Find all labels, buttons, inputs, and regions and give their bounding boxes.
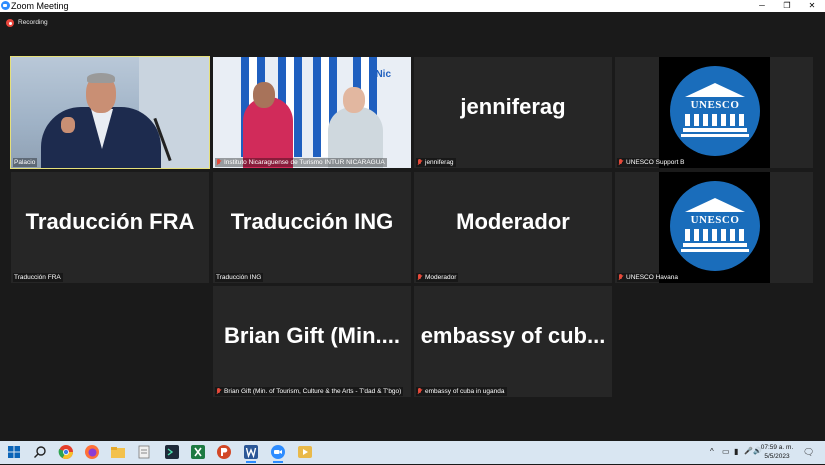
video-tile-palacio[interactable]: Palacio — [10, 56, 210, 169]
participant-name-label: Traducción ING — [215, 273, 264, 282]
windows-start-icon[interactable] — [6, 444, 22, 460]
participant-display-name: Brian Gift (Min.... — [224, 322, 400, 348]
participant-name-label: Traducción FRA — [13, 273, 63, 282]
participant-name-label: Instituto Nicaraguense de Turismo INTUR … — [215, 158, 387, 167]
clock-time: 07:59 a. m. — [760, 444, 794, 451]
participant-name-label: embassy of cuba in uganda — [416, 387, 507, 396]
clock-date: 5/5/2023 — [764, 453, 790, 460]
muted-mic-icon — [216, 388, 221, 395]
word-icon[interactable] — [243, 444, 259, 463]
maximize-button[interactable]: ❐ — [775, 0, 799, 12]
video-tile-intur[interactable]: Nic Instituto Nicaraguense de Turismo IN… — [213, 57, 411, 168]
video-tile-unesco-support-b[interactable]: UNESCO UNESCO Support B — [615, 57, 813, 168]
chrome-icon[interactable] — [58, 444, 74, 460]
file-explorer-icon[interactable] — [110, 444, 126, 460]
video-tile-brian-gift[interactable]: Brian Gift (Min.... Brian Gift (Min. of … — [213, 286, 411, 397]
window-title-bar: Zoom Meeting ─ ❐ ✕ — [0, 0, 825, 12]
video-tile-traduccion-ing[interactable]: Traducción ING Traducción ING — [213, 172, 411, 283]
zoom-logo-icon — [1, 1, 10, 10]
participant-display-name: Traducción ING — [230, 208, 394, 234]
media-player-icon[interactable] — [297, 444, 313, 460]
close-button[interactable]: ✕ — [800, 0, 824, 12]
video-tile-unesco-havana[interactable]: UNESCO UNESCO Havana — [615, 172, 813, 283]
show-hidden-icons-button[interactable]: ^ — [710, 447, 714, 456]
muted-mic-icon — [417, 274, 422, 281]
participant-display-name: embassy of cub... — [420, 322, 606, 348]
muted-mic-icon — [216, 159, 221, 166]
muted-mic-icon — [618, 159, 623, 166]
participant-display-name: Moderador — [456, 208, 570, 234]
terminal-icon[interactable] — [164, 444, 180, 460]
muted-mic-icon — [417, 159, 422, 166]
search-icon[interactable] — [32, 444, 48, 460]
clock[interactable]: 07:59 a. m. 5/5/2023 — [759, 443, 795, 461]
battery-icon[interactable]: ▮ — [734, 447, 738, 456]
network-icon[interactable]: ▭ — [722, 447, 730, 456]
excel-icon[interactable] — [190, 444, 206, 460]
muted-mic-icon — [417, 388, 422, 395]
microphone-icon[interactable]: 🎤 — [744, 447, 753, 455]
participant-name-label: Brian Gift (Min. of Tourism, Culture & t… — [215, 387, 404, 396]
participant-name-label: Palacio — [13, 158, 38, 167]
notepad-icon[interactable] — [136, 444, 152, 460]
participant-name-label: jenniferag — [416, 158, 456, 167]
firefox-icon[interactable] — [84, 444, 100, 460]
video-tile-jenniferag[interactable]: jenniferag jenniferag — [414, 57, 612, 168]
recording-icon — [6, 19, 14, 27]
windows-taskbar: ^ ▭ ▮ 🎤 🔊 07:59 a. m. 5/5/2023 🗨 — [0, 441, 825, 464]
window-title: Zoom Meeting — [11, 1, 69, 11]
participant-display-name: Traducción FRA — [25, 208, 195, 234]
unesco-logo: UNESCO — [659, 57, 770, 168]
muted-mic-icon — [618, 274, 623, 281]
participant-name-label: Moderador — [416, 273, 459, 282]
recording-label: Recording — [18, 19, 48, 26]
unesco-logo: UNESCO — [659, 172, 770, 283]
participant-video: Nic — [213, 57, 411, 168]
notification-icon[interactable]: 🗨 — [803, 447, 814, 458]
intur-logo: Nic — [375, 69, 391, 80]
participant-display-name: jenniferag — [460, 93, 566, 119]
participant-name-label: UNESCO Havana — [617, 273, 681, 282]
participant-name-label: UNESCO Support B — [617, 158, 687, 167]
video-tile-moderador[interactable]: Moderador Moderador — [414, 172, 612, 283]
participant-video — [11, 57, 209, 168]
minimize-button[interactable]: ─ — [750, 0, 774, 12]
powerpoint-icon[interactable] — [216, 444, 232, 460]
video-tile-embassy-cuba[interactable]: embassy of cub... embassy of cuba in uga… — [414, 286, 612, 397]
zoom-icon[interactable] — [270, 444, 286, 463]
video-tile-traduccion-fra[interactable]: Traducción FRA Traducción FRA — [11, 172, 209, 283]
